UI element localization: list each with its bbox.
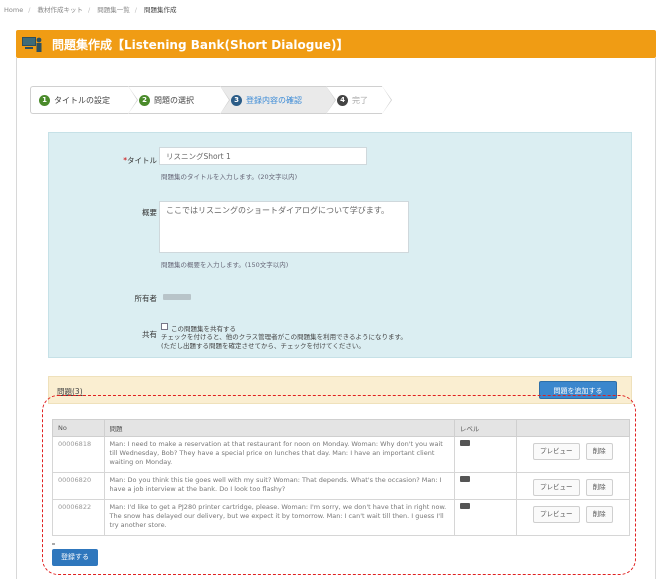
register-button[interactable]: 登録する bbox=[52, 549, 98, 566]
summary-help-text: 問題集の概要を入力します。(150文字以内) bbox=[161, 261, 289, 269]
title-label: *タイトル bbox=[123, 156, 157, 165]
step-label: タイトルの設定 bbox=[54, 95, 110, 105]
column-level: レベル bbox=[453, 419, 517, 437]
row-actions: プレビュー 削除 bbox=[515, 436, 631, 473]
step-title-setting[interactable]: 1 タイトルの設定 bbox=[30, 86, 138, 114]
row-actions: プレビュー 削除 bbox=[515, 499, 631, 536]
summary-textarea[interactable]: ここではリスニングのショートダイアログについて学びます。 bbox=[159, 201, 409, 253]
questions-header: 問題(3) 問題を追加する bbox=[48, 376, 632, 404]
form-panel: *タイトル リスニングShort 1 問題集のタイトルを入力します。(20文字以… bbox=[48, 132, 632, 358]
breadcrumb: Home / 教材作成キット / 問題集一覧 / 問題集作成 bbox=[4, 6, 177, 14]
share-note-2: (ただし出題する問題を確定させてから、チェックを付けてください。 bbox=[161, 342, 365, 350]
share-checkbox[interactable] bbox=[161, 323, 168, 330]
step-number: 4 bbox=[337, 94, 348, 106]
breadcrumb-kit[interactable]: 教材作成キット bbox=[37, 6, 83, 14]
level-icon bbox=[459, 476, 470, 482]
step-label: 完了 bbox=[352, 95, 368, 105]
breadcrumb-home[interactable]: Home bbox=[4, 6, 23, 14]
preview-button[interactable]: プレビュー bbox=[533, 479, 580, 496]
step-label: 問題の選択 bbox=[154, 95, 194, 105]
step-number: 2 bbox=[139, 94, 150, 106]
owner-label: 所有者 bbox=[134, 294, 158, 303]
preview-button[interactable]: プレビュー bbox=[533, 506, 580, 523]
level-icon bbox=[459, 440, 470, 446]
table-header-row: No 問題 レベル bbox=[52, 419, 631, 437]
row-no: 00006818 bbox=[52, 436, 105, 473]
preview-button[interactable]: プレビュー bbox=[533, 443, 580, 460]
row-question-text: Man: I need to make a reservation at tha… bbox=[103, 436, 455, 473]
step-question-select[interactable]: 2 問題の選択 bbox=[128, 86, 230, 114]
title-input[interactable]: リスニングShort 1 bbox=[159, 147, 367, 165]
column-no: No bbox=[52, 419, 105, 437]
row-no: 00006822 bbox=[52, 499, 105, 536]
row-level bbox=[453, 436, 517, 473]
column-question: 問題 bbox=[103, 419, 455, 437]
column-actions bbox=[515, 419, 631, 437]
step-label: 登録内容の確認 bbox=[246, 95, 302, 105]
step-number: 1 bbox=[39, 94, 50, 106]
table-row: 00006818 Man: I need to make a reservati… bbox=[52, 436, 631, 473]
questions-title[interactable]: 問題(3) bbox=[57, 386, 83, 397]
share-label: 共有 bbox=[142, 330, 157, 339]
row-question-text: Man: I'd like to get a PJ280 printer car… bbox=[103, 499, 455, 536]
delete-button[interactable]: 削除 bbox=[585, 506, 613, 523]
questions-table: No 問題 レベル 00006818 Man: I need to make a… bbox=[52, 419, 631, 536]
step-wizard: 1 タイトルの設定 2 問題の選択 3 登録内容の確認 4 完了 bbox=[30, 86, 410, 114]
add-question-button[interactable]: 問題を追加する bbox=[539, 381, 617, 399]
summary-label: 概要 bbox=[142, 208, 157, 217]
table-row: 00006820 Man: Do you think this tie goes… bbox=[52, 472, 631, 500]
row-no: 00006820 bbox=[52, 472, 105, 500]
page-title: 問題集作成【Listening Bank(Short Dialogue)】 bbox=[52, 38, 349, 52]
row-actions: プレビュー 削除 bbox=[515, 472, 631, 500]
breadcrumb-current: 問題集作成 bbox=[144, 6, 177, 14]
row-level bbox=[453, 472, 517, 500]
page-header: 問題集作成【Listening Bank(Short Dialogue)】 bbox=[16, 30, 656, 58]
share-note-1: チェックを付けると、他のクラス管理者がこの問題集を利用できるようになります。 bbox=[161, 333, 407, 341]
title-help-text: 問題集のタイトルを入力します。(20文字以内) bbox=[161, 173, 298, 181]
table-row: 00006822 Man: I'd like to get a PJ280 pr… bbox=[52, 499, 631, 536]
owner-value-redacted bbox=[163, 294, 191, 300]
level-icon bbox=[459, 503, 470, 509]
row-question-text: Man: Do you think this tie goes well wit… bbox=[103, 472, 455, 500]
delete-button[interactable]: 削除 bbox=[585, 443, 613, 460]
breadcrumb-list[interactable]: 問題集一覧 bbox=[97, 6, 130, 14]
horizontal-scrollbar[interactable] bbox=[52, 539, 630, 545]
delete-button[interactable]: 削除 bbox=[585, 479, 613, 496]
step-number: 3 bbox=[231, 94, 242, 106]
teacher-icon bbox=[22, 36, 44, 52]
row-level bbox=[453, 499, 517, 536]
step-confirm[interactable]: 3 登録内容の確認 bbox=[220, 86, 336, 114]
share-checkbox-label[interactable]: この問題集を共有する bbox=[171, 323, 236, 333]
